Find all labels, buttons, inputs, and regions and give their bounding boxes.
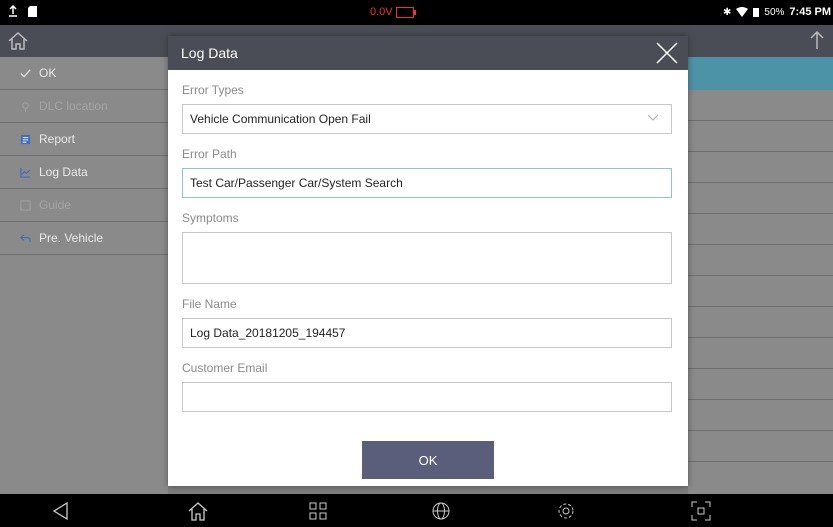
menu-item-label: Guide (39, 198, 72, 212)
sd-card-icon (28, 5, 37, 17)
list-item[interactable] (688, 369, 833, 400)
location-icon (22, 101, 29, 112)
selected-list-row[interactable] (688, 57, 833, 90)
globe-icon[interactable] (430, 500, 452, 522)
error-types-select[interactable]: Vehicle Communication Open Fail (182, 104, 672, 134)
status-bar: 0.0V ✱ 50% 7:45 PM (0, 0, 833, 25)
upload-icon[interactable] (807, 29, 827, 53)
menu-item-report[interactable]: Report (0, 123, 168, 156)
menu-item-label: DLC location (39, 99, 108, 113)
error-path-field[interactable]: Test Car/Passenger Car/System Search (182, 168, 672, 198)
customer-email-field[interactable] (182, 382, 672, 412)
chart-icon (20, 167, 31, 178)
dialog-title: Log Data (181, 45, 238, 61)
customer-email-label: Customer Email (182, 361, 268, 375)
result-list (688, 57, 833, 494)
file-name-label: File Name (182, 297, 237, 311)
navigation-bar (0, 494, 833, 527)
home-icon[interactable] (6, 29, 30, 53)
chevron-down-icon (647, 114, 659, 121)
clock: 7:45 PM (789, 6, 831, 18)
list-item[interactable] (688, 121, 833, 152)
menu-item-guide: Guide (0, 189, 168, 222)
menu-item-log-data[interactable]: Log Data (0, 156, 168, 189)
file-name-value: Log Data_20181205_194457 (190, 326, 346, 340)
menu-item-label: Pre. Vehicle (39, 231, 104, 245)
list-item[interactable] (688, 338, 833, 369)
back-arrow-icon (20, 233, 31, 242)
list-item[interactable] (688, 431, 833, 462)
error-types-value: Vehicle Communication Open Fail (190, 112, 371, 126)
menu-item-label: Report (39, 132, 76, 146)
report-icon (20, 134, 31, 144)
close-icon[interactable] (654, 40, 680, 66)
list-item[interactable] (688, 214, 833, 245)
screen: 0.0V ✱ 50% 7:45 PM OK DLC location Repor… (0, 0, 833, 527)
settings-gear-icon[interactable] (555, 500, 577, 522)
voltage-readout: 0.0V (370, 6, 393, 18)
menu-item-label: Log Data (39, 165, 88, 179)
list-item[interactable] (688, 400, 833, 431)
menu-item-ok[interactable]: OK (0, 57, 168, 90)
list-item[interactable] (688, 245, 833, 276)
apps-grid-icon[interactable] (307, 500, 329, 522)
list-item[interactable] (688, 276, 833, 307)
usb-upload-icon (9, 5, 17, 17)
list-item[interactable] (688, 183, 833, 214)
list-item[interactable] (688, 90, 833, 121)
error-types-label: Error Types (182, 83, 244, 97)
error-path-value: Test Car/Passenger Car/System Search (190, 176, 403, 190)
battery-icon (753, 8, 760, 17)
screenshot-icon[interactable] (690, 500, 712, 522)
home-icon[interactable] (187, 500, 209, 522)
list-item[interactable] (688, 307, 833, 338)
guide-icon (20, 199, 31, 211)
menu-item-pre-vehicle[interactable]: Pre. Vehicle (0, 222, 168, 255)
wifi-icon (736, 7, 749, 17)
back-icon[interactable] (50, 500, 72, 522)
log-data-dialog: Log Data Error Types Vehicle Communicati… (168, 36, 688, 486)
file-name-field[interactable]: Log Data_20181205_194457 (182, 318, 672, 348)
symptoms-label: Symptoms (182, 211, 239, 225)
symptoms-field[interactable] (182, 232, 672, 284)
list-item[interactable] (688, 152, 833, 183)
car-battery-icon (395, 6, 416, 18)
ok-button[interactable]: OK (362, 441, 494, 479)
menu-item-dlc-location: DLC location (0, 90, 168, 123)
side-menu: OK DLC location Report Log Data Guide Pr… (0, 57, 168, 494)
dialog-header: Log Data (168, 36, 688, 70)
bluetooth-icon: ✱ (723, 6, 732, 18)
error-path-label: Error Path (182, 147, 237, 161)
check-icon (20, 68, 31, 78)
battery-percent: 50% (764, 6, 785, 18)
menu-item-label: OK (39, 66, 57, 80)
